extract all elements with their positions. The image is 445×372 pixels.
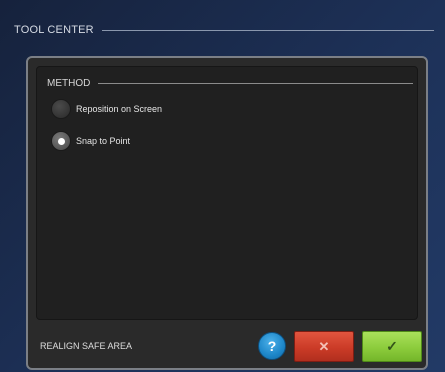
check-icon: ✓ — [386, 338, 398, 354]
realign-safe-area-label: REALIGN SAFE AREA — [40, 341, 133, 351]
radio-snap-to-point[interactable]: Snap to Point — [51, 131, 130, 151]
method-group: METHOD Reposition on Screen Snap to Poin… — [36, 66, 418, 320]
cancel-button[interactable]: ✕ — [294, 331, 354, 362]
confirm-button[interactable]: ✓ — [362, 331, 422, 362]
method-divider — [98, 82, 413, 84]
question-icon: ? — [267, 338, 277, 354]
method-title: METHOD — [47, 77, 91, 89]
radio-selected-icon[interactable] — [51, 131, 71, 151]
radio-label: Reposition on Screen — [76, 104, 163, 114]
tool-center-title: TOOL CENTER — [14, 24, 94, 36]
tool-center-header: TOOL CENTER — [14, 22, 434, 38]
radio-dot-icon — [57, 137, 65, 145]
radio-reposition-on-screen[interactable]: Reposition on Screen — [51, 99, 162, 119]
help-button[interactable]: ? — [258, 332, 286, 360]
radio-label: Snap to Point — [76, 136, 131, 146]
header-divider — [101, 29, 434, 31]
dialog-panel: METHOD Reposition on Screen Snap to Poin… — [26, 56, 428, 370]
method-header: METHOD — [47, 76, 413, 90]
close-icon: ✕ — [318, 338, 330, 354]
radio-unselected-icon[interactable] — [51, 99, 71, 119]
